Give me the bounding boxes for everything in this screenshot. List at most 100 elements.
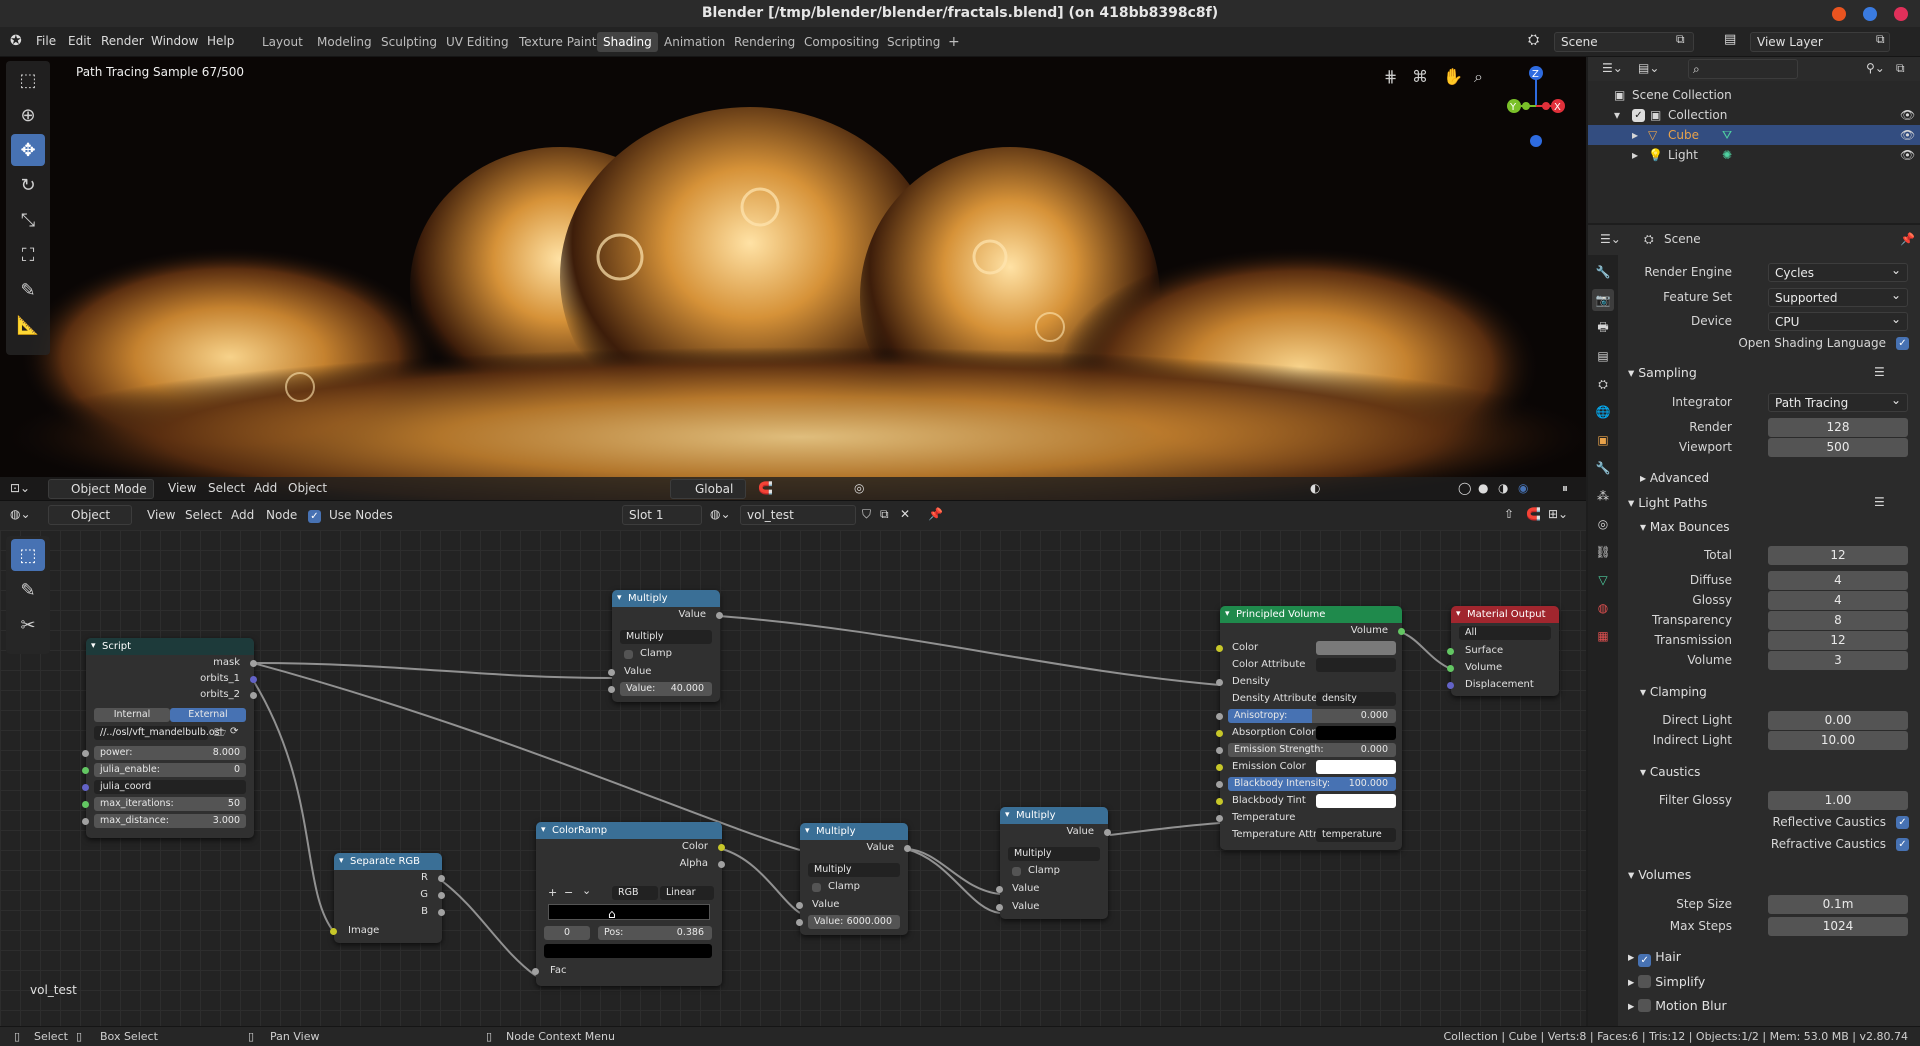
wireframe-shading-icon[interactable]: ◯	[1458, 481, 1471, 495]
socket-absorption[interactable]	[1216, 730, 1223, 737]
add-stop-button[interactable]: +	[548, 886, 557, 899]
max-distance-field[interactable]: max_distance: 3.000	[94, 814, 246, 828]
transparency-bounces-field[interactable]: 8	[1768, 611, 1908, 630]
constraints-tab-icon[interactable]: ⛓	[1592, 541, 1614, 563]
filter-icon[interactable]: ⚲⌄	[1866, 61, 1885, 75]
material-tab-icon[interactable]: ◍	[1592, 597, 1614, 619]
socket-anisotropy[interactable]	[1216, 713, 1223, 720]
reload-script-icon[interactable]: ⟳	[230, 726, 238, 737]
value-field[interactable]: Value: 40.000	[620, 682, 712, 696]
outliner-row-light[interactable]: ▸ 💡 Light ✺ 👁	[1588, 145, 1920, 165]
socket-value-out[interactable]	[904, 845, 911, 852]
simplify-panel-header[interactable]: ▸ Simplify	[1628, 973, 1705, 989]
tab-layout[interactable]: Layout	[256, 32, 309, 52]
menu-window[interactable]: Window	[151, 34, 198, 48]
viewport-menu-select[interactable]: Select	[208, 481, 245, 495]
light-data-icon[interactable]: ✺	[1722, 145, 1732, 165]
motion-blur-checkbox[interactable]	[1638, 999, 1652, 1012]
socket-volume-in[interactable]	[1447, 665, 1454, 672]
scene-field[interactable]: Scene	[1554, 32, 1694, 52]
material-slot-dropdown[interactable]: Slot 1	[622, 505, 702, 525]
blender-logo-icon[interactable]: ✪	[10, 33, 22, 49]
socket-julia-enable[interactable]	[82, 767, 89, 774]
material-name-field[interactable]: vol_test	[740, 505, 856, 525]
hair-checkbox[interactable]: ✓	[1638, 954, 1652, 967]
render-samples-field[interactable]: 128	[1768, 418, 1908, 437]
stop-index-field[interactable]: 0	[544, 926, 590, 940]
motion-blur-panel-header[interactable]: ▸ Motion Blur	[1628, 997, 1727, 1013]
particles-tab-icon[interactable]: ⁂	[1592, 485, 1614, 507]
color-swatch[interactable]	[1316, 641, 1396, 655]
render-engine-dropdown[interactable]: Cycles	[1768, 261, 1908, 282]
stop-color-swatch[interactable]	[544, 944, 712, 958]
sampling-list-icon[interactable]: ☰	[1874, 365, 1885, 379]
outliner-editor-type-icon[interactable]: ☰⌄	[1602, 61, 1623, 75]
toggle-camera-icon[interactable]: ⋕	[1384, 67, 1397, 86]
socket-temperature[interactable]	[1216, 815, 1223, 822]
node-annotate-tool-icon[interactable]: ✎	[11, 574, 45, 606]
multiply-node-top[interactable]: Multiply Value Multiply Clamp Value Valu…	[608, 590, 723, 702]
outliner-row-collection[interactable]: ▾ ✓ ▣ Collection 👁	[1588, 105, 1920, 125]
display-mode-icon[interactable]: ▤⌄	[1638, 61, 1659, 75]
max-iterations-field[interactable]: max_iterations: 50	[94, 797, 246, 811]
viewport-menu-object[interactable]: Object	[288, 481, 327, 495]
tab-shading[interactable]: Shading	[597, 32, 658, 52]
diffuse-bounces-field[interactable]: 4	[1768, 571, 1908, 590]
unlink-material-icon[interactable]: ✕	[900, 507, 910, 521]
pin-icon[interactable]: 📌	[1900, 232, 1915, 246]
data-tab-icon[interactable]: ▽	[1592, 569, 1614, 591]
clamping-subpanel-header[interactable]: ▾ Clamping	[1640, 685, 1707, 699]
collection-exclude-checkbox[interactable]: ✓	[1632, 109, 1645, 122]
view-layer-tab-icon[interactable]: ▤	[1592, 345, 1614, 367]
direct-light-field[interactable]: 0.00	[1768, 711, 1908, 730]
separate-rgb-node[interactable]: Separate RGB R G B Image	[330, 853, 445, 943]
socket-emission-color[interactable]	[1216, 764, 1223, 771]
fake-user-icon[interactable]: ⛉	[862, 507, 871, 522]
texture-tab-icon[interactable]: ▦	[1592, 625, 1614, 647]
tab-animation[interactable]: Animation	[658, 32, 731, 52]
new-view-layer-icon[interactable]: ⧉	[1876, 32, 1885, 47]
indirect-light-field[interactable]: 10.00	[1768, 731, 1908, 750]
tool-tab-icon[interactable]: 🔧	[1592, 261, 1614, 283]
script-path-field[interactable]: //../osl/vft_mandelbulb.osl	[94, 726, 222, 740]
color-attribute-field[interactable]	[1316, 658, 1396, 672]
socket-max-iterations[interactable]	[82, 801, 89, 808]
use-nodes-checkbox[interactable]: ✓	[308, 510, 321, 523]
socket-displacement[interactable]	[1447, 682, 1454, 689]
operation-dropdown[interactable]: Multiply	[808, 863, 900, 877]
interpolation-dropdown[interactable]: Linear	[660, 886, 714, 900]
caustics-subpanel-header[interactable]: ▾ Caustics	[1640, 765, 1700, 779]
hair-panel-header[interactable]: ▸ ✓ Hair	[1628, 949, 1681, 967]
stop-position-field[interactable]: Pos: 0.386	[598, 926, 712, 940]
camera-view-icon[interactable]: ⌘	[1412, 67, 1428, 86]
navigation-gizmo[interactable]: Z X Y	[1496, 61, 1576, 151]
filter-glossy-field[interactable]: 1.00	[1768, 791, 1908, 810]
reflective-caustics-checkbox[interactable]: ✓	[1896, 816, 1909, 829]
script-mode-internal[interactable]: Internal	[94, 708, 170, 722]
socket-emission-strength[interactable]	[1216, 747, 1223, 754]
light-paths-list-icon[interactable]: ☰	[1874, 495, 1885, 509]
viewport-samples-field[interactable]: 500	[1768, 438, 1908, 457]
density-attribute-field[interactable]: density	[1316, 692, 1396, 706]
scale-tool-icon[interactable]: ⤡	[11, 204, 45, 236]
max-steps-field[interactable]: 1024	[1768, 917, 1908, 936]
absorption-color-swatch[interactable]	[1316, 726, 1396, 740]
socket-orbits-1[interactable]	[250, 676, 257, 683]
light-paths-panel-header[interactable]: ▾ Light Paths	[1628, 495, 1707, 510]
socket-value-in-2[interactable]	[996, 904, 1003, 911]
outliner-search-input[interactable]: ⌕	[1688, 59, 1798, 79]
socket-mask[interactable]	[250, 660, 257, 667]
expand-chevron-icon[interactable]: ▸	[1632, 145, 1638, 165]
expand-chevron-icon[interactable]: ▸	[1632, 125, 1638, 145]
transmission-bounces-field[interactable]: 12	[1768, 631, 1908, 650]
file-browse-icon[interactable]: 🗁	[214, 726, 226, 743]
remove-stop-button[interactable]: −	[564, 886, 573, 899]
feature-set-dropdown[interactable]: Supported	[1768, 286, 1908, 307]
node-editor-type-icon[interactable]: ◍⌄	[10, 507, 31, 521]
duplicate-material-icon[interactable]: ⧉	[880, 507, 889, 522]
socket-value-out[interactable]	[716, 612, 723, 619]
viewport-menu-view[interactable]: View	[168, 481, 196, 495]
measure-tool-icon[interactable]: 📐	[11, 309, 45, 341]
emission-color-swatch[interactable]	[1316, 760, 1396, 774]
tab-modeling[interactable]: Modeling	[311, 32, 378, 52]
